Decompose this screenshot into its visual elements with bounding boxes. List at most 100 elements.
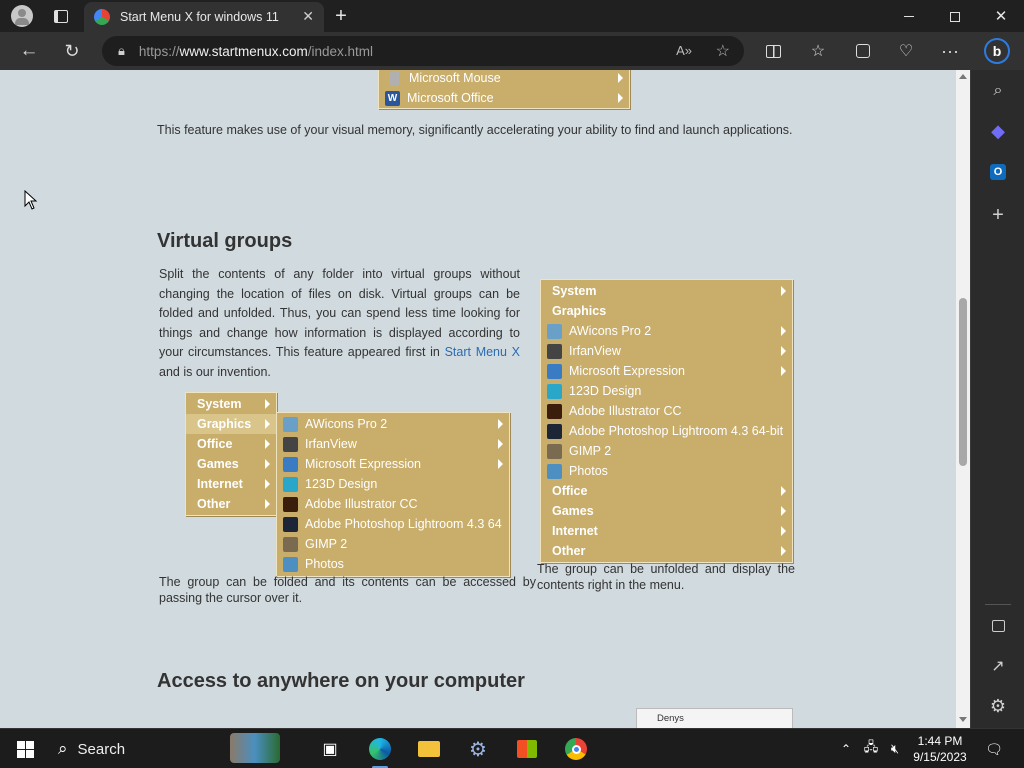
menu-app-item[interactable]: Photos (277, 554, 509, 574)
windows-start-icon[interactable] (12, 729, 38, 768)
submenu-arrow-icon (781, 546, 786, 556)
address-bar[interactable]: 🔒︎ https://www.startmenux.com/index.html… (102, 36, 744, 66)
volume-muted-icon[interactable]: 🔇︎ (884, 729, 906, 768)
menu-item-label: Photos (305, 557, 344, 571)
submenu-arrow-icon (781, 486, 786, 496)
search-icon[interactable]: ⌕ (971, 76, 1024, 106)
app-icon (547, 323, 562, 339)
menu-app-item[interactable]: IrfanView (277, 434, 509, 454)
settings-more-icon[interactable]: ··· (935, 32, 965, 70)
search-icon: ⌕ (58, 739, 68, 758)
menu-app-item[interactable]: AWicons Pro 2 (277, 414, 509, 434)
open-external-icon[interactable]: ↗ (971, 651, 1024, 681)
refresh-icon[interactable]: ↻ (57, 32, 87, 70)
menu-app-item[interactable]: AWicons Pro 2 (541, 321, 792, 341)
menu-app-item[interactable]: Photos (541, 461, 792, 481)
menu-item-label: Internet (552, 524, 598, 538)
menu-item-label: Microsoft Expression (305, 457, 422, 471)
menu-app-item[interactable]: GIMP 2 (541, 441, 792, 461)
menu-app-item[interactable]: Adobe Photoshop Lightroom 4.3 64-bit (541, 421, 792, 441)
app-icon (283, 556, 298, 572)
menu-group-item[interactable]: Office (186, 434, 276, 454)
menu-app-item[interactable]: Microsoft Expression (277, 454, 509, 474)
list-item: W Microsoft Office (379, 88, 629, 108)
notifications-icon[interactable]: 🗨︎ (982, 729, 1006, 768)
menu-group-item[interactable]: Internet (541, 521, 792, 541)
chrome-icon[interactable] (562, 729, 590, 768)
scroll-down-icon[interactable] (959, 717, 967, 722)
web-page-viewport[interactable]: Microsoft Mouse W Microsoft Office This … (0, 70, 956, 728)
menu-item-label: Games (197, 457, 239, 471)
sidebar-divider (985, 604, 1011, 605)
file-explorer-icon[interactable] (415, 729, 443, 768)
back-icon[interactable]: ← (14, 32, 44, 70)
split-screen-icon[interactable] (758, 32, 788, 70)
menu-app-item[interactable]: IrfanView (541, 341, 792, 361)
menu-group-item[interactable]: Games (186, 454, 276, 474)
start-menu-x-link[interactable]: Start Menu X (445, 345, 520, 359)
browser-essentials-icon[interactable]: ♡ (891, 32, 921, 70)
restore-icon[interactable] (940, 0, 970, 32)
microsoft-store-icon[interactable] (513, 729, 541, 768)
task-view-icon[interactable]: ▣ (316, 729, 344, 768)
menu-group-item[interactable]: Internet (186, 474, 276, 494)
menu-item-label: AWicons Pro 2 (305, 417, 388, 431)
page-scrollbar[interactable] (956, 70, 970, 728)
close-tab-icon[interactable]: ✕ (302, 8, 314, 25)
mouse-cursor-icon (24, 190, 38, 210)
new-tab-icon[interactable]: + (330, 0, 352, 32)
app-icon (547, 343, 562, 359)
app-icon (547, 463, 562, 479)
menu-group-item[interactable]: Graphics (186, 414, 276, 434)
menu-group-item[interactable]: System (541, 281, 792, 301)
word-icon: W (385, 90, 400, 106)
menu-item-label: 123D Design (569, 384, 642, 398)
profile-avatar-icon[interactable] (8, 0, 36, 32)
copilot-icon[interactable]: ◆ (971, 116, 1024, 146)
menu-app-item[interactable]: 123D Design (277, 474, 509, 494)
lock-icon: 🔒︎ (118, 43, 125, 58)
close-window-icon[interactable]: ✕ (986, 0, 1016, 32)
menu-group-item[interactable]: Other (541, 541, 792, 561)
bing-copilot-icon[interactable]: b (982, 32, 1012, 70)
submenu-arrow-icon (498, 439, 503, 449)
section-heading-access-anywhere: Access to anywhere on your computer (157, 670, 525, 692)
menu-app-item[interactable]: GIMP 2 (277, 534, 509, 554)
outlook-icon[interactable]: O (971, 157, 1024, 187)
browser-tab-active[interactable]: Start Menu X for windows 11 ✕ (84, 2, 324, 32)
edge-taskbar-icon[interactable] (366, 729, 394, 768)
add-sidebar-app-icon[interactable]: + (971, 200, 1024, 230)
app-icon (283, 476, 298, 492)
menu-app-item[interactable]: Adobe Illustrator CC (541, 401, 792, 421)
menu-group-item[interactable]: Graphics (541, 301, 792, 321)
favorites-icon[interactable]: ☆ (803, 32, 833, 70)
start-menu-snippet-top: Microsoft Mouse W Microsoft Office (378, 70, 630, 109)
menu-group-item[interactable]: Office (541, 481, 792, 501)
collections-icon[interactable] (848, 32, 878, 70)
favorite-star-icon[interactable]: ☆ (716, 41, 730, 61)
network-icon[interactable]: 🖧︎ (860, 729, 882, 768)
menu-item-label: GIMP 2 (305, 537, 348, 551)
taskbar-search-box[interactable]: ⌕ Search (50, 729, 290, 768)
scrollbar-thumb[interactable] (959, 298, 967, 466)
search-highlight-image (230, 733, 280, 763)
read-aloud-icon[interactable]: A» (676, 43, 692, 58)
minimize-icon[interactable] (894, 0, 924, 32)
menu-app-item[interactable]: 123D Design (541, 381, 792, 401)
scroll-up-icon[interactable] (959, 74, 967, 79)
menu-app-item[interactable]: Microsoft Expression (541, 361, 792, 381)
menu-group-item[interactable]: Other (186, 494, 276, 514)
menu-item-label: Microsoft Expression (569, 364, 686, 378)
submenu-arrow-icon (781, 346, 786, 356)
sidebar-settings-icon[interactable]: ⚙ (971, 691, 1024, 721)
menu-app-item[interactable]: Adobe Photoshop Lightroom 4.3 64 (277, 514, 509, 534)
tab-actions-icon[interactable] (48, 0, 74, 32)
menu-app-item[interactable]: Adobe Illustrator CC (277, 494, 509, 514)
hide-sidebar-icon[interactable] (971, 611, 1024, 641)
menu-group-item[interactable]: Games (541, 501, 792, 521)
virtual-groups-paragraph: Split the contents of any folder into vi… (159, 267, 521, 379)
clock[interactable]: 1:44 PM 9/15/2023 (908, 729, 972, 768)
settings-gear-app-icon[interactable]: ⚙ (464, 729, 492, 768)
show-hidden-icons-icon[interactable]: ⌃ (836, 729, 856, 768)
menu-group-item[interactable]: System (186, 394, 276, 414)
